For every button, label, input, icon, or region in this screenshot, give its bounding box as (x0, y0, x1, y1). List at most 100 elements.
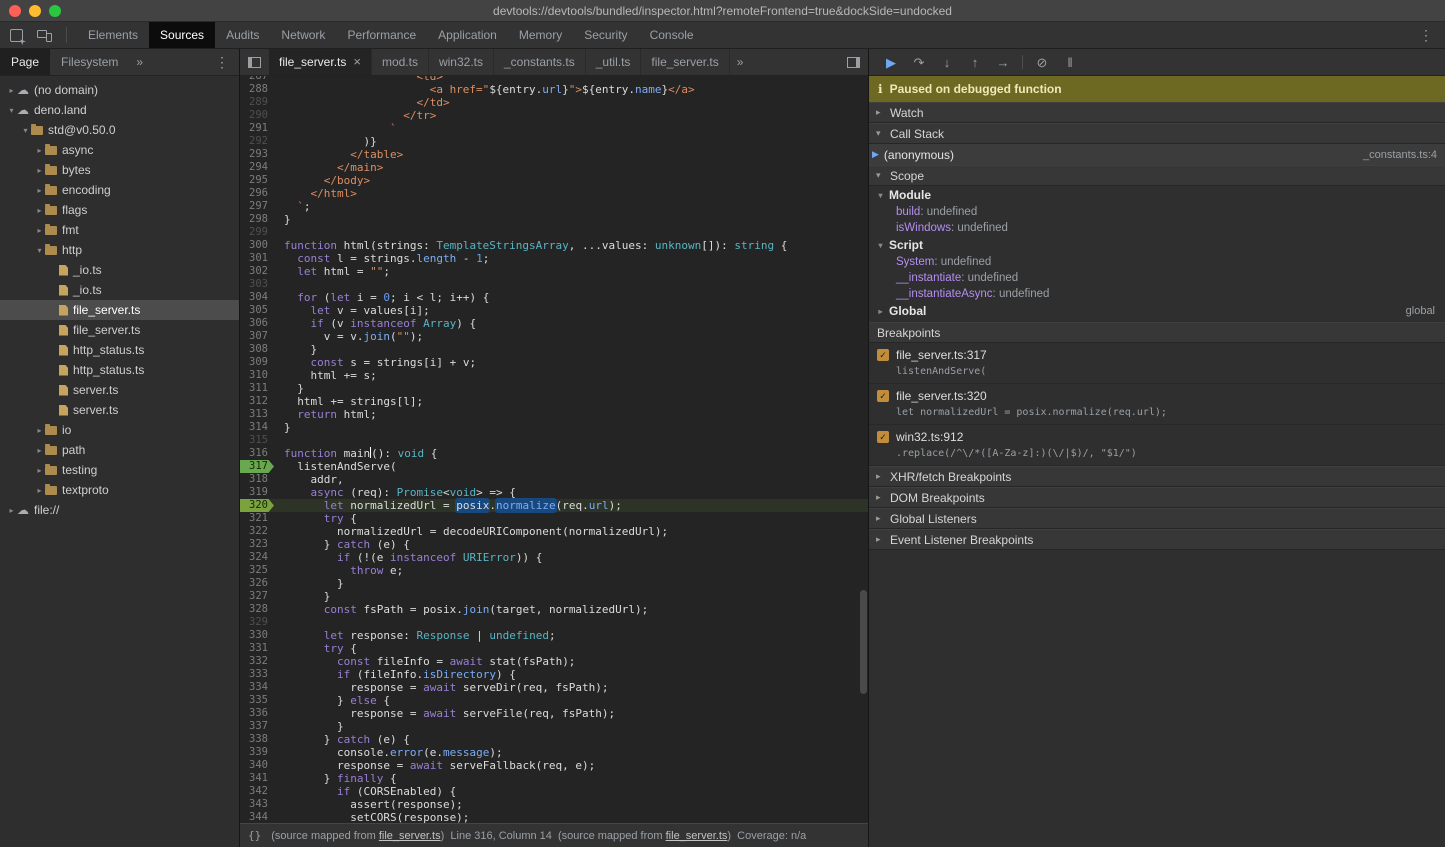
main-tab-security[interactable]: Security (573, 22, 638, 48)
tree-item-_io.ts[interactable]: _io.ts (0, 260, 239, 280)
line-number[interactable]: 335 (240, 694, 274, 707)
line-number[interactable]: 303 (240, 278, 274, 291)
tree-item-server.ts[interactable]: server.ts (0, 380, 239, 400)
breakpoint-entry[interactable]: ✓file_server.ts:320let normalizedUrl = p… (869, 384, 1445, 425)
scope-variable[interactable]: __instantiate: undefined (869, 270, 1445, 286)
tree-item-server.ts[interactable]: server.ts (0, 400, 239, 420)
step-into-icon[interactable]: ↓ (933, 49, 961, 76)
line-number[interactable]: 297 (240, 200, 274, 213)
line-number[interactable]: 329 (240, 616, 274, 629)
code-editor[interactable]: 287 <td>288 <a href="${entry.url}">${ent… (240, 76, 868, 823)
line-number[interactable]: 295 (240, 174, 274, 187)
tree-item-path[interactable]: ▸path (0, 440, 239, 460)
line-number[interactable]: 331 (240, 642, 274, 655)
frame-location[interactable]: _constants.ts:4 (1363, 149, 1437, 161)
line-number[interactable]: 314 (240, 421, 274, 434)
scrollbar-thumb[interactable] (860, 590, 867, 694)
main-tab-performance[interactable]: Performance (336, 22, 427, 48)
sidebar-tab-page[interactable]: Page (0, 49, 50, 75)
line-number[interactable]: 289 (240, 96, 274, 109)
tree-item-flags[interactable]: ▸flags (0, 200, 239, 220)
scope-variable[interactable]: __instantiateAsync: undefined (869, 286, 1445, 302)
editor-tab-win32.ts[interactable]: win32.ts (429, 49, 494, 75)
line-number[interactable]: 327 (240, 590, 274, 603)
tree-item-file-[interactable]: ▸☁file:// (0, 500, 239, 520)
line-number[interactable]: 293 (240, 148, 274, 161)
tree-item-bytes[interactable]: ▸bytes (0, 160, 239, 180)
sidebar-tab-overflow-icon[interactable]: » (129, 49, 150, 75)
line-number[interactable]: 320 (240, 499, 274, 512)
resume-icon[interactable]: ▶ (877, 49, 905, 76)
tree-item-fmt[interactable]: ▸fmt (0, 220, 239, 240)
status-link[interactable]: file_server.ts (666, 830, 728, 842)
line-number[interactable]: 316 (240, 447, 274, 460)
line-number[interactable]: 288 (240, 83, 274, 96)
line-number[interactable]: 308 (240, 343, 274, 356)
line-number[interactable]: 342 (240, 785, 274, 798)
line-number[interactable]: 291 (240, 122, 274, 135)
breakpoint-entry[interactable]: ✓file_server.ts:317listenAndServe( (869, 343, 1445, 384)
line-number[interactable]: 309 (240, 356, 274, 369)
section-scope[interactable]: ▾ Scope (869, 165, 1445, 186)
line-number[interactable]: 305 (240, 304, 274, 317)
section-global-listeners[interactable]: ▸Global Listeners (869, 508, 1445, 529)
main-menu-icon[interactable]: ⋮ (1407, 22, 1445, 48)
editor-tab-_util.ts[interactable]: _util.ts (586, 49, 642, 75)
tree-item-std@v0.50.0[interactable]: ▾std@v0.50.0 (0, 120, 239, 140)
device-toolbar-icon[interactable] (37, 29, 52, 42)
main-tab-elements[interactable]: Elements (77, 22, 149, 48)
tree-item-file_server.ts[interactable]: file_server.ts (0, 300, 239, 320)
line-number[interactable]: 300 (240, 239, 274, 252)
breakpoint-entry[interactable]: ✓win32.ts:912.replace(/^\/*([A-Za-z]:)(\… (869, 425, 1445, 466)
line-number[interactable]: 296 (240, 187, 274, 200)
line-number[interactable]: 318 (240, 473, 274, 486)
section-call-stack[interactable]: ▾ Call Stack (869, 123, 1445, 144)
step-over-icon[interactable]: ↷ (905, 49, 933, 76)
line-number[interactable]: 307 (240, 330, 274, 343)
line-number[interactable]: 333 (240, 668, 274, 681)
breakpoint-checkbox[interactable]: ✓ (877, 390, 889, 402)
main-tab-memory[interactable]: Memory (508, 22, 573, 48)
step-out-icon[interactable]: ↑ (961, 49, 989, 76)
scope-variable[interactable]: isWindows: undefined (869, 220, 1445, 236)
pause-on-exceptions-icon[interactable]: ‖ (1056, 49, 1084, 76)
section-event-listener-breakpoints[interactable]: ▸Event Listener Breakpoints (869, 529, 1445, 550)
line-number[interactable]: 301 (240, 252, 274, 265)
tree-item-file_server.ts[interactable]: file_server.ts (0, 320, 239, 340)
breakpoint-checkbox[interactable]: ✓ (877, 431, 889, 443)
line-number[interactable]: 330 (240, 629, 274, 642)
line-number[interactable]: 315 (240, 434, 274, 447)
line-number[interactable]: 343 (240, 798, 274, 811)
line-number[interactable]: 287 (240, 76, 274, 83)
line-number[interactable]: 334 (240, 681, 274, 694)
section-dom-breakpoints[interactable]: ▸DOM Breakpoints (869, 487, 1445, 508)
line-number[interactable]: 341 (240, 772, 274, 785)
tree-item-deno.land[interactable]: ▾☁deno.land (0, 100, 239, 120)
inspect-element-icon[interactable]: ➤ (10, 29, 23, 42)
line-number[interactable]: 326 (240, 577, 274, 590)
main-tab-console[interactable]: Console (639, 22, 705, 48)
line-number[interactable]: 339 (240, 746, 274, 759)
editor-scrollbar[interactable] (859, 76, 868, 823)
scope-group-module[interactable]: ▾Module (869, 186, 1445, 204)
tree-item-http_status.ts[interactable]: http_status.ts (0, 340, 239, 360)
tree-item-testing[interactable]: ▸testing (0, 460, 239, 480)
editor-tab-mod.ts[interactable]: mod.ts (372, 49, 429, 75)
line-number[interactable]: 338 (240, 733, 274, 746)
main-tab-application[interactable]: Application (427, 22, 508, 48)
main-tab-audits[interactable]: Audits (215, 22, 270, 48)
deactivate-breakpoints-icon[interactable]: ⊘ (1028, 49, 1056, 76)
section-watch[interactable]: ▸ Watch (869, 102, 1445, 123)
tree-item-async[interactable]: ▸async (0, 140, 239, 160)
tree-item-encoding[interactable]: ▸encoding (0, 180, 239, 200)
tree-item-http[interactable]: ▾http (0, 240, 239, 260)
call-stack-frame[interactable]: ▶(anonymous)_constants.ts:4 (869, 144, 1445, 165)
tree-item--no-domain-[interactable]: ▸☁(no domain) (0, 80, 239, 100)
close-window-button[interactable] (9, 5, 21, 17)
line-number[interactable]: 332 (240, 655, 274, 668)
line-number[interactable]: 298 (240, 213, 274, 226)
section-breakpoints[interactable]: Breakpoints (869, 322, 1445, 343)
line-number[interactable]: 325 (240, 564, 274, 577)
line-number[interactable]: 337 (240, 720, 274, 733)
close-icon[interactable]: × (353, 57, 361, 67)
